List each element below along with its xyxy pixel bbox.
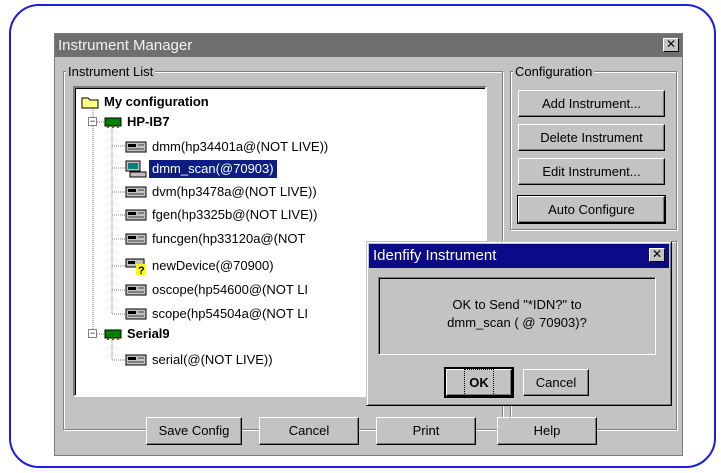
help-button[interactable]: Help bbox=[497, 417, 597, 445]
instrument-label: dmm(hp34401a@(NOT LIVE)) bbox=[152, 139, 329, 154]
identify-instrument-dialog: Idenfify Instrument ✕ OK to Send "*IDN?"… bbox=[366, 241, 672, 406]
instrument-label: dmm_scan(@70903) bbox=[148, 159, 278, 179]
instrument-label: funcgen(hp33120a@(NOT bbox=[152, 231, 306, 246]
close-icon: ✕ bbox=[651, 247, 663, 261]
instrument-label: newDevice(@70900) bbox=[152, 258, 274, 273]
instrument-label: fgen(hp3325b@(NOT LIVE)) bbox=[152, 207, 318, 222]
serial9-collapse-toggle[interactable]: − bbox=[88, 329, 97, 338]
cancel-button[interactable]: Cancel bbox=[259, 417, 359, 445]
edit-instrument-button[interactable]: Edit Instrument... bbox=[518, 158, 665, 185]
bus-label: Serial9 bbox=[127, 326, 170, 341]
instrument-icon bbox=[125, 307, 147, 326]
scanner-icon bbox=[125, 160, 147, 183]
instrument-icon bbox=[125, 232, 147, 251]
bus-card-icon bbox=[104, 115, 122, 134]
bus-card-icon bbox=[104, 327, 122, 346]
unknown-instrument-icon: ? bbox=[125, 257, 147, 280]
instrument-label: oscope(hp54600@(NOT LI bbox=[152, 282, 309, 297]
instrument-label: scope(hp54504a@(NOT LI bbox=[152, 306, 309, 321]
dialog-message: OK to Send "*IDN?" to dmm_scan ( @ 70903… bbox=[378, 277, 656, 355]
instrument-icon bbox=[125, 208, 147, 227]
instrument-icon bbox=[125, 353, 147, 372]
instrument-icon bbox=[125, 140, 147, 159]
svg-text:?: ? bbox=[138, 265, 145, 275]
tree-root-label: My configuration bbox=[104, 94, 209, 109]
auto-configure-button[interactable]: Auto Configure bbox=[517, 195, 666, 224]
dialog-title-bar[interactable]: Idenfify Instrument ✕ bbox=[369, 244, 669, 268]
dialog-close-button[interactable]: ✕ bbox=[649, 248, 665, 262]
instrument-icon bbox=[125, 283, 147, 302]
window-title-bar[interactable]: Instrument Manager ✕ bbox=[55, 34, 682, 57]
print-button[interactable]: Print bbox=[376, 417, 476, 445]
configuration-legend: Configuration bbox=[513, 64, 595, 79]
folder-icon bbox=[81, 95, 99, 114]
instrument-label: dvm(hp3478a@(NOT LIVE)) bbox=[152, 184, 317, 199]
instrument-label: serial(@(NOT LIVE)) bbox=[152, 352, 273, 367]
window-close-button[interactable]: ✕ bbox=[663, 38, 679, 52]
instrument-list-legend: Instrument List bbox=[66, 64, 156, 79]
window-title: Instrument Manager bbox=[58, 37, 193, 54]
dialog-cancel-button[interactable]: Cancel bbox=[523, 369, 589, 396]
delete-instrument-button[interactable]: Delete Instrument bbox=[518, 124, 665, 151]
bus-label: HP-IB7 bbox=[127, 114, 170, 129]
close-icon: ✕ bbox=[665, 37, 677, 51]
dialog-message-line2: dmm_scan ( @ 70903)? bbox=[447, 315, 587, 330]
save-config-button[interactable]: Save Config bbox=[146, 417, 242, 445]
hpib7-collapse-toggle[interactable]: − bbox=[88, 117, 97, 126]
ok-button[interactable]: OK bbox=[444, 367, 514, 398]
instrument-icon bbox=[125, 185, 147, 204]
dialog-message-line1: OK to Send "*IDN?" to bbox=[452, 297, 582, 312]
dialog-title: Idenfify Instrument bbox=[373, 247, 497, 264]
add-instrument-button[interactable]: Add Instrument... bbox=[518, 90, 665, 117]
